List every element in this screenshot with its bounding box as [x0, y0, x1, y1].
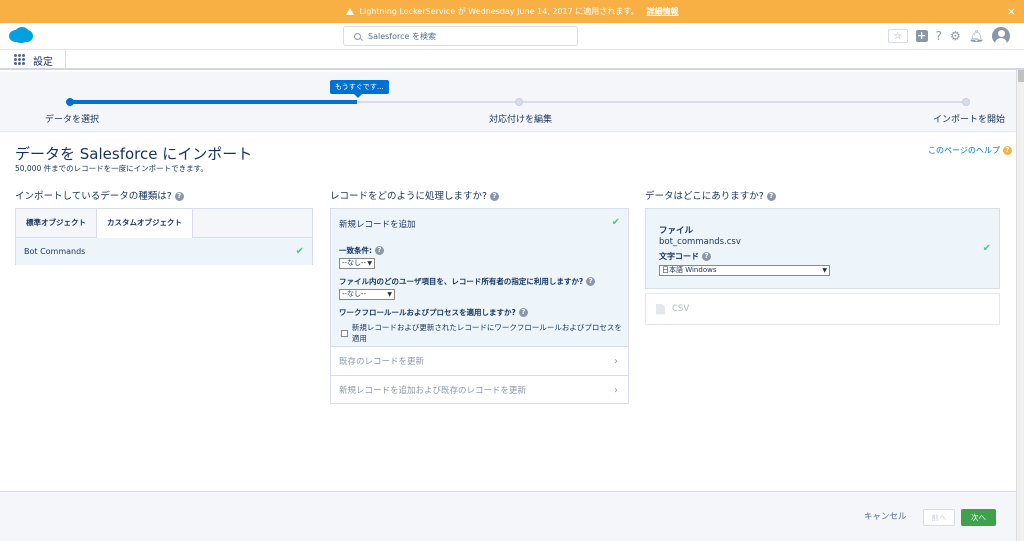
page-subtitle: 50,000 件までのレコードを一度にインポートできます。 [15, 164, 208, 173]
wizard-progress: もうすぐです... データを選択 対応付けを編集 インポートを開始 [0, 72, 1016, 132]
nav-divider [65, 50, 66, 70]
info-icon[interactable]: ? [518, 308, 528, 317]
search-icon [354, 32, 361, 40]
locker-service-banner: Lightning LockerService が Wednesday June… [0, 0, 1024, 23]
header-actions: ☆ + ? ⚙ 🔔︎ [887, 27, 1010, 45]
record-owner-label-text: ファイル内のどのユーザ項目を、レコード所有者の指定に利用しますか? [339, 277, 584, 286]
option-add-and-update[interactable]: 新規レコードを追加および既存のレコードを更新 › [331, 375, 628, 404]
banner-message: Lightning LockerService が Wednesday June… [359, 7, 639, 16]
app-name: 設定 [33, 57, 53, 68]
chevron-down-icon: ▼ [822, 267, 827, 274]
object-option-bot-commands[interactable]: Bot Commands ✔ [16, 238, 312, 265]
workflow-checkbox[interactable] [341, 329, 348, 337]
avatar[interactable] [992, 27, 1010, 45]
checkmark-icon: ✔ [295, 246, 304, 257]
option-label-add-and-update: 新規レコードを追加および既存のレコードを更新 [339, 386, 527, 396]
checkmark-icon: ✔ [611, 217, 620, 228]
object-type-heading-text: インポートしているデータの種類は? [15, 191, 172, 202]
file-label: ファイル [659, 226, 694, 236]
back-button[interactable]: 前へ [923, 509, 955, 526]
object-type-tabs: 標準オブジェクト カスタムオブジェクト [16, 209, 312, 238]
warning-icon [345, 8, 354, 15]
progress-fill [70, 100, 357, 104]
app-launcher-icon[interactable] [14, 54, 25, 65]
object-type-panel: 標準オブジェクト カスタムオブジェクト Bot Commands ✔ [15, 208, 313, 265]
cancel-button[interactable]: キャンセル [864, 510, 907, 522]
option-label-update-existing: 既存のレコードを更新 [339, 357, 425, 367]
record-handling-panel: 新規レコードを追加 ✔ 一致条件:? --なし-- ▼ ファイル内のどのユーザ項目… [330, 208, 629, 404]
file-name: bot_commands.csv [659, 237, 741, 247]
match-criteria-label: 一致条件:? [339, 245, 384, 256]
option-label-add-new: 新規レコードを追加 [339, 220, 416, 230]
workflow-checkbox-row[interactable]: 新規レコードおよび更新されたレコードにワークフロールールおよびプロセスを適用 [341, 322, 628, 344]
page-help-label[interactable]: このページのヘルプ [928, 145, 1000, 156]
match-criteria-label-text: 一致条件: [339, 246, 372, 255]
encoding-select[interactable]: 日本語 Windows ▼ [659, 265, 830, 276]
object-option-label: Bot Commands [24, 247, 86, 256]
gear-icon[interactable]: ⚙ [950, 29, 961, 43]
step-dot-edit-mapping [515, 98, 523, 106]
file-source-panel[interactable]: ファイル bot_commands.csv 文字コード? 日本語 Windows… [645, 208, 1000, 289]
option-update-existing[interactable]: 既存のレコードを更新 › [331, 346, 628, 375]
help-icon[interactable]: ? [936, 29, 942, 43]
global-search-input[interactable]: Salesforce を検索 [343, 26, 578, 46]
info-icon[interactable]: ? [375, 246, 384, 255]
csv-label: CSV [672, 304, 690, 314]
record-owner-label: ファイル内のどのユーザ項目を、レコード所有者の指定に利用しますか?? [339, 276, 596, 287]
chevron-right-icon: › [614, 355, 618, 367]
record-owner-value: --なし-- [342, 290, 367, 298]
salesforce-logo-icon[interactable] [8, 26, 34, 44]
help-badge-icon: ? [1002, 146, 1012, 155]
chevron-right-icon: › [614, 384, 618, 396]
workflow-checkbox-label: 新規レコードおよび更新されたレコードにワークフロールールおよびプロセスを適用 [351, 323, 622, 343]
checkmark-icon: ✔ [982, 243, 991, 254]
document-icon [656, 303, 665, 315]
notifications-bell-icon[interactable]: 🔔︎ [969, 29, 984, 43]
progress-tooltip: もうすぐです... [330, 80, 389, 98]
data-location-heading: データはどこにありますか?? [645, 188, 776, 202]
step-label-select-data: データを選択 [45, 115, 100, 125]
tab-standard-objects[interactable]: 標準オブジェクト [16, 209, 96, 237]
csv-source-option[interactable]: CSV [645, 293, 1000, 325]
page-help-link[interactable]: このページのヘルプ ? [928, 145, 1012, 156]
match-criteria-value: --なし-- [342, 259, 367, 267]
close-icon[interactable]: × [1007, 5, 1016, 18]
option-add-new-records[interactable]: 新規レコードを追加 ✔ 一致条件:? --なし-- ▼ ファイル内のどのユーザ項目… [331, 209, 628, 346]
record-owner-select[interactable]: --なし-- ▼ [339, 289, 395, 300]
global-header: Salesforce を検索 ☆ + ? ⚙ 🔔︎ [0, 23, 1024, 50]
object-type-heading: インポートしているデータの種類は?? [15, 188, 184, 202]
workflow-label-text: ワークフロールールおよびプロセスを適用しますか? [339, 308, 516, 317]
info-icon[interactable]: ? [490, 192, 500, 201]
global-actions-plus-icon[interactable]: + [915, 30, 928, 42]
record-handling-heading: レコードをどのように処理しますか?? [330, 188, 500, 202]
encoding-label: 文字コード? [659, 251, 711, 262]
info-icon[interactable]: ? [766, 192, 776, 201]
page-scrollbar[interactable] [1016, 70, 1024, 541]
page-title: データを Salesforce にインポート [15, 145, 253, 163]
info-icon[interactable]: ? [702, 252, 711, 261]
encoding-value: 日本語 Windows [662, 266, 717, 274]
chevron-down-icon: ▼ [367, 260, 372, 267]
record-handling-heading-text: レコードをどのように処理しますか? [330, 191, 488, 202]
banner-details-link[interactable]: 詳細情報 [646, 6, 678, 17]
tab-custom-objects[interactable]: カスタムオブジェクト [96, 209, 193, 238]
search-placeholder: Salesforce を検索 [368, 31, 436, 41]
match-criteria-select[interactable]: --なし-- ▼ [339, 258, 375, 269]
workflow-label: ワークフロールールおよびプロセスを適用しますか?? [339, 307, 528, 318]
chevron-down-icon: ▼ [387, 291, 392, 298]
app-nav-bar: 設定 [0, 50, 1024, 70]
encoding-label-text: 文字コード [659, 252, 699, 261]
next-button[interactable]: 次へ [961, 509, 996, 526]
step-dot-select-data [66, 98, 74, 106]
step-label-start-import: インポートを開始 [933, 115, 1006, 125]
step-dot-start-import [962, 98, 970, 106]
favorites-star-icon[interactable]: ☆ [887, 29, 908, 43]
step-label-edit-mapping: 対応付けを編集 [489, 115, 553, 125]
info-icon[interactable]: ? [174, 192, 184, 201]
data-location-heading-text: データはどこにありますか? [645, 191, 764, 202]
wizard-footer: キャンセル 前へ 次へ [0, 491, 1016, 541]
info-icon[interactable]: ? [586, 277, 596, 286]
